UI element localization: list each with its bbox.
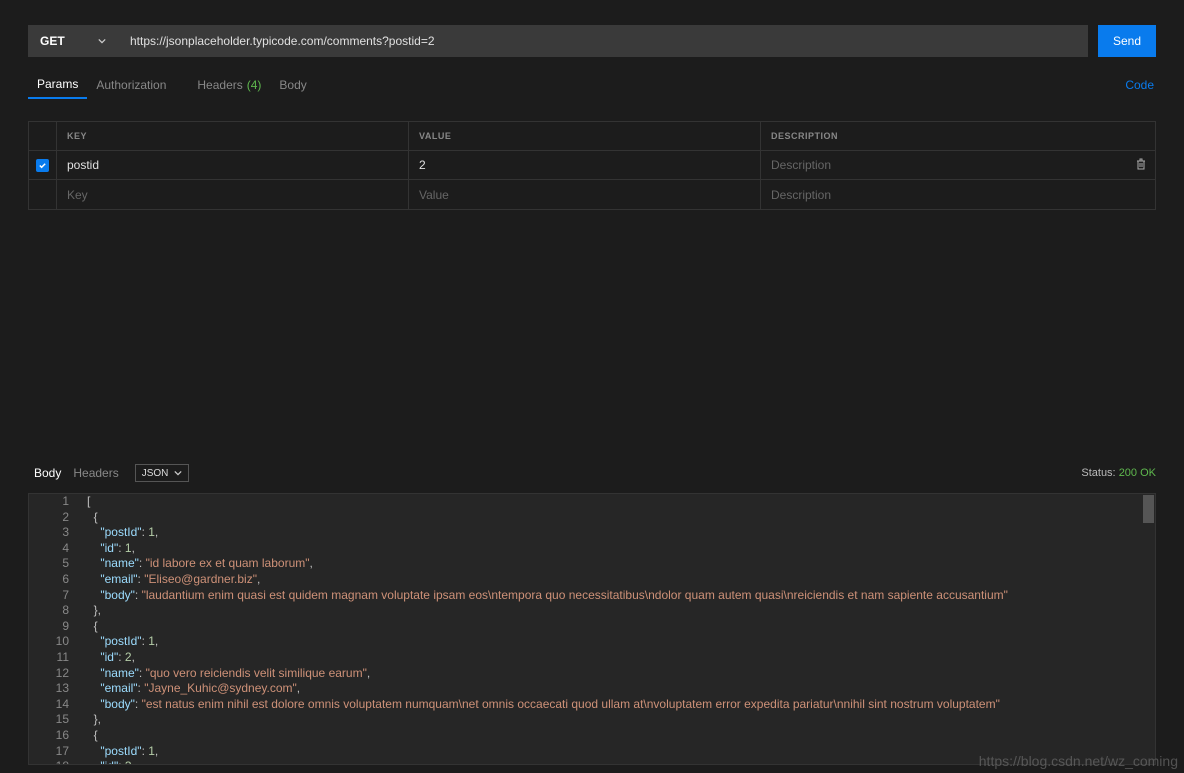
row-action-cell (1127, 151, 1155, 179)
request-tabs: Params Authorization Headers (4) Body Co… (0, 71, 1184, 99)
code-line: 12 "name": "quo vero reiciendis velit si… (29, 666, 1155, 682)
response-tabs: Body Headers JSON Status: 200 OK (0, 460, 1184, 486)
format-label: JSON (142, 468, 169, 479)
status-label: Status: (1081, 467, 1115, 479)
tab-headers-label: Headers (197, 78, 242, 92)
status-code: 200 OK (1119, 467, 1156, 479)
code-line: 1[ (29, 494, 1155, 510)
scrollbar-thumb[interactable] (1143, 495, 1154, 523)
row-checkbox-cell (29, 151, 57, 179)
tab-params[interactable]: Params (28, 71, 87, 99)
value-input[interactable] (419, 158, 750, 172)
code-line: 4 "id": 1, (29, 541, 1155, 557)
code-line: 11 "id": 2, (29, 650, 1155, 666)
desc-input[interactable] (771, 188, 1117, 202)
row-desc-cell (761, 151, 1127, 179)
code-line: 6 "email": "Eliseo@gardner.biz", (29, 572, 1155, 588)
row-desc-cell (761, 180, 1127, 209)
col-key-header: KEY (57, 122, 409, 150)
scrollbar-vertical[interactable] (1142, 494, 1155, 764)
col-action-header (1127, 122, 1155, 150)
row-action-cell (1127, 180, 1155, 209)
table-row-empty (29, 180, 1155, 209)
row-checkbox-cell (29, 180, 57, 209)
col-check-header (29, 122, 57, 150)
row-checkbox[interactable] (36, 159, 49, 172)
chevron-down-icon (174, 469, 182, 477)
table-row (29, 151, 1155, 180)
params-header-row: KEY VALUE DESCRIPTION (29, 122, 1155, 151)
tab-headers-count: (4) (247, 78, 262, 92)
response-area: Body Headers JSON Status: 200 OK 1[2 {3 … (0, 460, 1184, 773)
col-value-header: VALUE (409, 122, 761, 150)
code-line: 10 "postId": 1, (29, 634, 1155, 650)
response-tab-headers[interactable]: Headers (67, 460, 124, 486)
code-line: 13 "email": "Jayne_Kuhic@sydney.com", (29, 681, 1155, 697)
trash-icon[interactable] (1135, 158, 1147, 173)
request-bar: GET Send (0, 0, 1184, 71)
desc-input[interactable] (771, 158, 1117, 172)
code-line: 15 }, (29, 712, 1155, 728)
tab-authorization[interactable]: Authorization (87, 71, 175, 99)
code-line: 5 "name": "id labore ex et quam laborum"… (29, 556, 1155, 572)
code-line: 16 { (29, 728, 1155, 744)
code-line: 14 "body": "est natus enim nihil est dol… (29, 697, 1155, 713)
send-button[interactable]: Send (1098, 25, 1156, 57)
response-status: Status: 200 OK (1081, 467, 1156, 479)
code-line: 3 "postId": 1, (29, 525, 1155, 541)
http-method-select[interactable]: GET (28, 25, 118, 57)
tab-body[interactable]: Body (270, 71, 315, 99)
code-line: 7 "body": "laudantium enim quasi est qui… (29, 588, 1155, 604)
format-select[interactable]: JSON (135, 464, 190, 482)
check-icon (38, 161, 47, 170)
chevron-down-icon (98, 37, 106, 45)
row-key-cell (57, 151, 409, 179)
row-value-cell (409, 180, 761, 209)
tab-headers[interactable]: Headers (4) (188, 71, 270, 99)
code-line: 8 }, (29, 603, 1155, 619)
value-input[interactable] (419, 188, 750, 202)
method-label: GET (40, 34, 65, 48)
col-desc-header: DESCRIPTION (761, 122, 1127, 150)
code-link[interactable]: Code (1123, 78, 1156, 92)
response-tab-body[interactable]: Body (28, 460, 67, 486)
code-line: 9 { (29, 619, 1155, 635)
response-body-viewer[interactable]: 1[2 {3 "postId": 1,4 "id": 1,5 "name": "… (28, 493, 1156, 765)
params-table: KEY VALUE DESCRIPTION (28, 121, 1156, 210)
watermark: https://blog.csdn.net/wz_coming (979, 753, 1178, 769)
url-input[interactable] (118, 25, 1088, 57)
row-key-cell (57, 180, 409, 209)
code-line: 2 { (29, 510, 1155, 526)
key-input[interactable] (67, 188, 398, 202)
key-input[interactable] (67, 158, 398, 172)
row-value-cell (409, 151, 761, 179)
